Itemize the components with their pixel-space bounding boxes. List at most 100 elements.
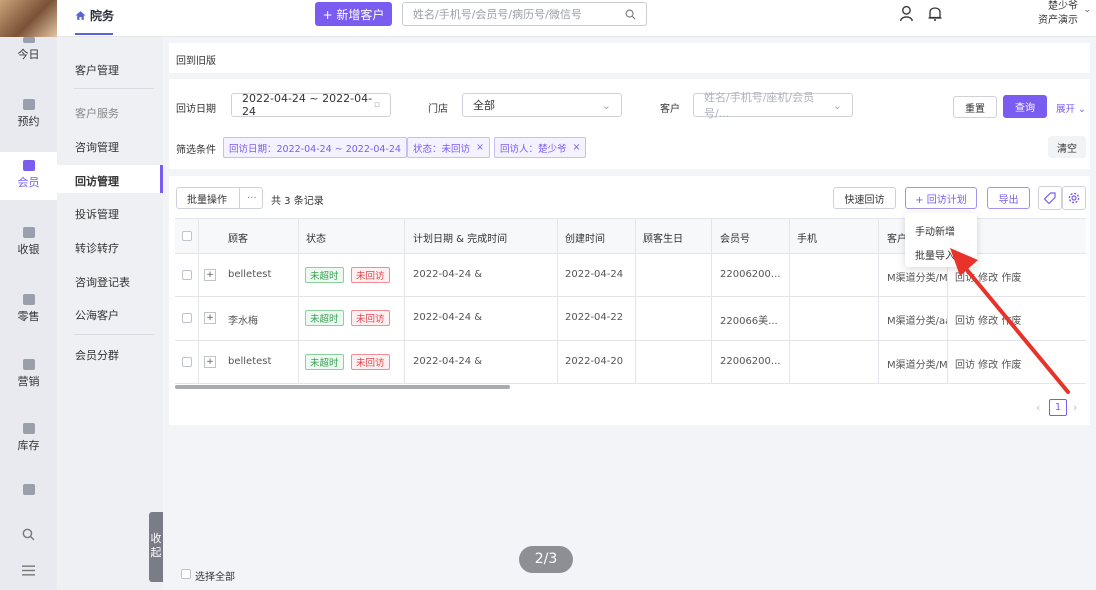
row-checkbox[interactable] bbox=[182, 357, 192, 367]
subnav-customer-management[interactable]: 客户管理 bbox=[75, 62, 119, 78]
search-icon[interactable] bbox=[625, 9, 636, 20]
avatar[interactable] bbox=[0, 0, 57, 37]
status-badge: 未超时 bbox=[305, 354, 344, 370]
column-header-source[interactable]: 客户 bbox=[887, 230, 907, 245]
store-select[interactable]: 全部 ⌄ bbox=[462, 93, 622, 117]
created-date: 2022-04-20 bbox=[565, 356, 624, 367]
main-nav: 今日 预约 会员 收银 零售 营销 库存 bbox=[0, 37, 57, 590]
subnav-consult-management[interactable]: 咨询管理 bbox=[75, 139, 119, 155]
nav-label: 营销 bbox=[17, 375, 40, 388]
nav-label: 预约 bbox=[17, 115, 40, 128]
customer-placeholder: 姓名/手机号/座机/会员号/... bbox=[704, 91, 815, 120]
status-badge: 未超时 bbox=[305, 267, 344, 283]
subnav-referral[interactable]: 转诊转疗 bbox=[75, 240, 119, 256]
divider bbox=[711, 218, 712, 383]
nav-item-retail[interactable]: 零售 bbox=[0, 294, 57, 324]
record-count: 共 3 条记录 bbox=[271, 196, 324, 207]
expand-toggle[interactable]: 展开 ⌄ bbox=[1056, 101, 1086, 115]
customer-search-input[interactable]: 姓名/手机号/座机/会员号/... ⌄ bbox=[693, 91, 853, 120]
created-date: 2022-04-22 bbox=[565, 312, 624, 323]
expand-row-icon[interactable]: + bbox=[204, 269, 216, 281]
prev-page-icon[interactable]: ‹ bbox=[1036, 401, 1040, 414]
nav-item-today[interactable]: 今日 bbox=[0, 37, 57, 62]
page-number-current[interactable]: 1 bbox=[1049, 399, 1067, 416]
next-page-icon[interactable]: › bbox=[1073, 401, 1077, 414]
divider bbox=[298, 218, 299, 383]
menu-icon[interactable] bbox=[22, 565, 35, 576]
customer-source: M渠道分类/M bbox=[887, 273, 948, 284]
nav-item-inventory[interactable]: 库存 bbox=[0, 423, 57, 453]
customer-name-link[interactable]: belletest bbox=[228, 269, 271, 280]
column-header-status[interactable]: 状态 bbox=[306, 230, 326, 245]
expand-row-icon[interactable]: + bbox=[204, 312, 216, 324]
menu-item-manual-add[interactable]: 手动新增 bbox=[915, 223, 955, 238]
customer-name-link[interactable]: belletest bbox=[228, 356, 271, 367]
customer-source: M渠道分类/M bbox=[887, 360, 948, 371]
quick-followup-button[interactable]: 快速回访 bbox=[833, 187, 896, 209]
subnav-public-customers[interactable]: 公海客户 bbox=[75, 307, 119, 323]
add-customer-button[interactable]: + 新增客户 bbox=[315, 2, 392, 26]
subnav-customer-service[interactable]: 客户服务 bbox=[75, 105, 119, 121]
user-icon[interactable] bbox=[899, 5, 916, 22]
nav-item-members[interactable]: 会员 bbox=[0, 152, 57, 200]
plus-box-icon bbox=[22, 484, 35, 495]
search-icon[interactable] bbox=[22, 528, 35, 541]
collapse-sidebar-button[interactable]: 收起 bbox=[149, 512, 163, 582]
customer-name-link[interactable]: 李水梅 bbox=[228, 312, 258, 327]
column-header-member-no[interactable]: 会员号 bbox=[720, 230, 750, 245]
home-icon bbox=[75, 11, 86, 20]
close-icon[interactable]: × bbox=[476, 142, 484, 153]
row-checkbox[interactable] bbox=[182, 313, 192, 323]
batch-operation-button[interactable]: 批量操作 ··· bbox=[176, 187, 263, 209]
reset-button[interactable]: 重置 bbox=[953, 96, 997, 118]
close-icon[interactable]: × bbox=[573, 142, 581, 153]
more-icon: ··· bbox=[247, 192, 257, 204]
date-label: 回访日期 bbox=[176, 104, 216, 115]
filter-chip-date[interactable]: 回访日期：2022-04-24 ~ 2022-04-24 bbox=[223, 137, 407, 158]
nav-item-plus[interactable] bbox=[0, 484, 57, 498]
brand-underline bbox=[75, 33, 113, 35]
brand-tab[interactable]: 院务 bbox=[75, 7, 114, 24]
user-menu[interactable]: 楚少爷 资产演示 bbox=[1038, 0, 1078, 28]
annotation-arrow-icon bbox=[950, 248, 1070, 394]
user-name: 楚少爷 bbox=[1048, 1, 1078, 12]
select-all-checkbox[interactable] bbox=[181, 569, 191, 579]
nav-item-appointment[interactable]: 预约 bbox=[0, 99, 57, 129]
cashier-icon bbox=[22, 227, 35, 238]
nav-item-cashier[interactable]: 收银 bbox=[0, 227, 57, 257]
followup-plan-button[interactable]: + 回访计划 bbox=[905, 187, 977, 209]
horizontal-scrollbar[interactable] bbox=[175, 385, 510, 389]
subnav-followup-management[interactable]: 回访管理 bbox=[75, 173, 119, 189]
bell-icon[interactable] bbox=[927, 5, 943, 22]
top-search-input[interactable]: 姓名/手机号/会员号/病历号/微信号 bbox=[402, 2, 647, 26]
row-checkbox[interactable] bbox=[182, 270, 192, 280]
filter-chip-status[interactable]: 状态：未回访 × bbox=[407, 137, 490, 158]
tag-button[interactable] bbox=[1038, 186, 1062, 210]
clear-filters-button[interactable]: 清空 bbox=[1048, 136, 1086, 158]
select-all-header-checkbox[interactable] bbox=[182, 231, 192, 241]
calendar-icon: ▫ bbox=[373, 100, 380, 110]
column-header-phone[interactable]: 手机 bbox=[797, 230, 817, 245]
chevron-down-icon[interactable]: ⌄ bbox=[1083, 5, 1091, 15]
filter-chip-visitor[interactable]: 回访人：楚少爷 × bbox=[494, 137, 587, 158]
expand-row-icon[interactable]: + bbox=[204, 356, 216, 368]
column-header-birthday[interactable]: 顾客生日 bbox=[643, 230, 683, 245]
column-header-created[interactable]: 创建时间 bbox=[565, 230, 605, 245]
nav-label: 零售 bbox=[17, 310, 40, 323]
appointment-icon bbox=[22, 99, 35, 110]
date-range-input[interactable]: 2022-04-24 ~ 2022-04-24 ▫ bbox=[231, 92, 391, 118]
subnav-complaint-management[interactable]: 投诉管理 bbox=[75, 206, 119, 222]
settings-button[interactable] bbox=[1062, 186, 1086, 210]
nav-item-marketing[interactable]: 营销 bbox=[0, 359, 57, 389]
members-icon bbox=[22, 160, 35, 171]
subnav-consult-register[interactable]: 咨询登记表 bbox=[75, 274, 130, 290]
back-to-old-version-link[interactable]: 回到旧版 bbox=[176, 52, 216, 67]
query-button[interactable]: 查询 bbox=[1003, 95, 1047, 118]
inventory-icon bbox=[22, 423, 35, 434]
column-header-customer[interactable]: 顾客 bbox=[228, 230, 248, 245]
subnav-member-groups[interactable]: 会员分群 bbox=[75, 347, 119, 363]
divider bbox=[74, 88, 154, 89]
chevron-down-icon: ⌄ bbox=[601, 98, 611, 112]
column-header-plan-date[interactable]: 计划日期 & 完成时间 bbox=[413, 230, 507, 245]
export-button[interactable]: 导出 bbox=[987, 187, 1030, 209]
